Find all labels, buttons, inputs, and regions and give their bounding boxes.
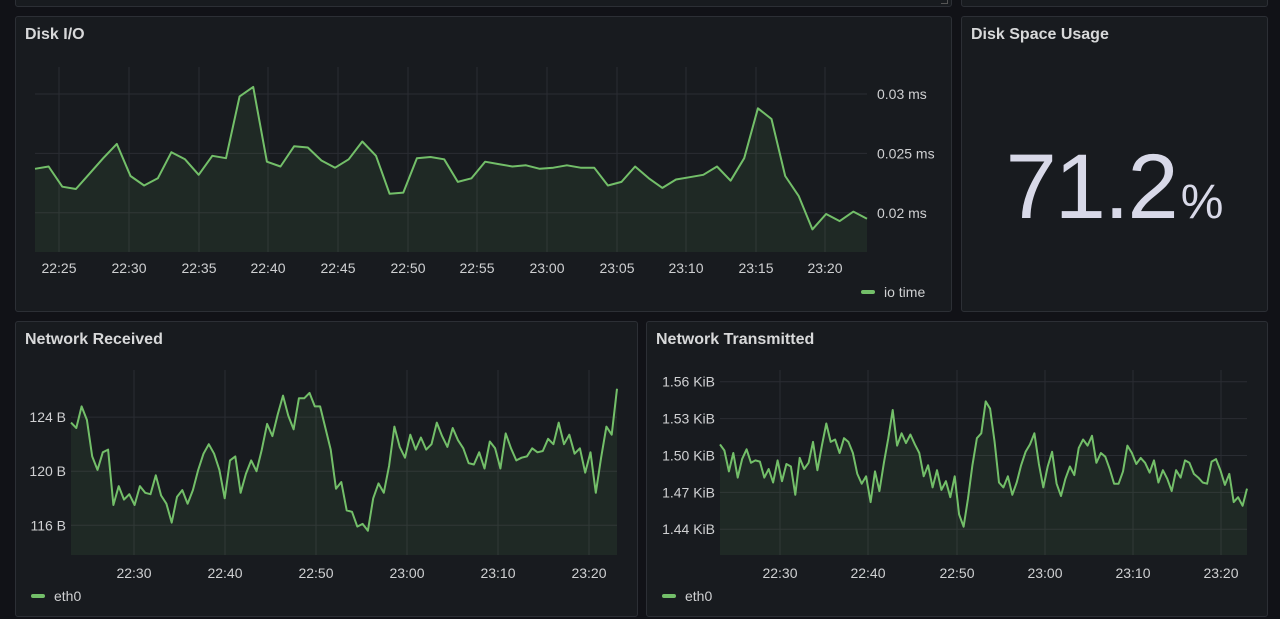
x-tick-label: 23:00 bbox=[529, 260, 564, 276]
network-transmitted-panel[interactable]: Network Transmitted 1.44 KiB 1.47 KiB 1.50… bbox=[646, 321, 1268, 617]
y-tick-label: 120 B bbox=[29, 463, 66, 479]
x-tick-label: 23:05 bbox=[599, 260, 634, 276]
y-tick-label: 0.03 ms bbox=[877, 86, 927, 102]
legend-label: eth0 bbox=[685, 588, 713, 604]
y-tick-label: 116 B bbox=[30, 517, 66, 533]
x-tick-label: 23:20 bbox=[571, 565, 606, 581]
y-tick-label: 1.53 KiB bbox=[662, 411, 715, 427]
network-transmitted-chart[interactable]: 1.44 KiB 1.47 KiB 1.50 KiB 1.53 KiB 1.56 KiB… bbox=[647, 322, 1269, 618]
x-tick-label: 22:50 bbox=[939, 565, 974, 581]
x-tick-label: 22:30 bbox=[116, 565, 151, 581]
legend-swatch-icon bbox=[31, 594, 45, 598]
x-tick-label: 22:35 bbox=[181, 260, 216, 276]
x-tick-label: 23:10 bbox=[1115, 565, 1150, 581]
legend-item[interactable]: eth0 bbox=[31, 588, 81, 604]
x-tick-label: 22:50 bbox=[390, 260, 425, 276]
resize-handle[interactable] bbox=[941, 0, 948, 4]
x-tick-label: 23:10 bbox=[480, 565, 515, 581]
x-tick-label: 23:20 bbox=[807, 260, 842, 276]
x-tick-label: 23:10 bbox=[668, 260, 703, 276]
x-tick-label: 22:30 bbox=[111, 260, 146, 276]
disk-space-panel[interactable]: Disk Space Usage 71.2% bbox=[961, 16, 1268, 312]
network-received-panel[interactable]: Network Received 116 B 120 B 124 B 22:30 22:… bbox=[15, 321, 638, 617]
panel-above-right bbox=[961, 0, 1268, 7]
x-tick-label: 23:00 bbox=[1027, 565, 1062, 581]
disk-io-panel[interactable]: Disk I/O 0.02 ms 0.025 ms 0.03 ms 22:25 22:3… bbox=[15, 16, 952, 312]
x-tick-label: 22:55 bbox=[459, 260, 494, 276]
x-tick-label: 22:50 bbox=[298, 565, 333, 581]
x-tick-label: 23:15 bbox=[738, 260, 773, 276]
x-tick-label: 22:40 bbox=[207, 565, 242, 581]
y-tick-label: 1.50 KiB bbox=[662, 447, 715, 463]
y-tick-label: 0.025 ms bbox=[877, 145, 935, 161]
y-tick-label: 0.02 ms bbox=[877, 205, 927, 221]
x-tick-label: 22:30 bbox=[762, 565, 797, 581]
stat-value: 71.2 bbox=[1005, 136, 1179, 238]
legend-swatch-icon bbox=[861, 290, 875, 294]
legend-label: io time bbox=[884, 284, 926, 300]
x-tick-label: 22:40 bbox=[850, 565, 885, 581]
disk-io-chart[interactable]: 0.02 ms 0.025 ms 0.03 ms 22:25 22:30 22:35 22:… bbox=[16, 17, 953, 313]
stat-display: 71.2% bbox=[962, 135, 1267, 240]
x-tick-label: 22:45 bbox=[320, 260, 355, 276]
y-tick-label: 1.47 KiB bbox=[662, 484, 715, 500]
x-tick-label: 22:40 bbox=[250, 260, 285, 276]
stat-unit: % bbox=[1180, 176, 1224, 229]
legend-item[interactable]: io time bbox=[861, 284, 925, 300]
legend-label: eth0 bbox=[54, 588, 82, 604]
y-tick-label: 1.44 KiB bbox=[662, 521, 715, 537]
x-tick-label: 23:00 bbox=[389, 565, 424, 581]
x-tick-label: 22:25 bbox=[41, 260, 76, 276]
panel-above-left bbox=[15, 0, 952, 7]
series-area bbox=[71, 388, 617, 555]
x-tick-label: 23:20 bbox=[1203, 565, 1238, 581]
panel-title: Disk Space Usage bbox=[971, 26, 1109, 43]
legend-item[interactable]: eth0 bbox=[662, 588, 712, 604]
network-received-chart[interactable]: 116 B 120 B 124 B 22:30 22:40 22:50 23:00 23:10… bbox=[16, 322, 639, 618]
legend-swatch-icon bbox=[662, 594, 676, 598]
y-tick-label: 1.56 KiB bbox=[662, 374, 715, 390]
y-tick-label: 124 B bbox=[29, 409, 66, 425]
